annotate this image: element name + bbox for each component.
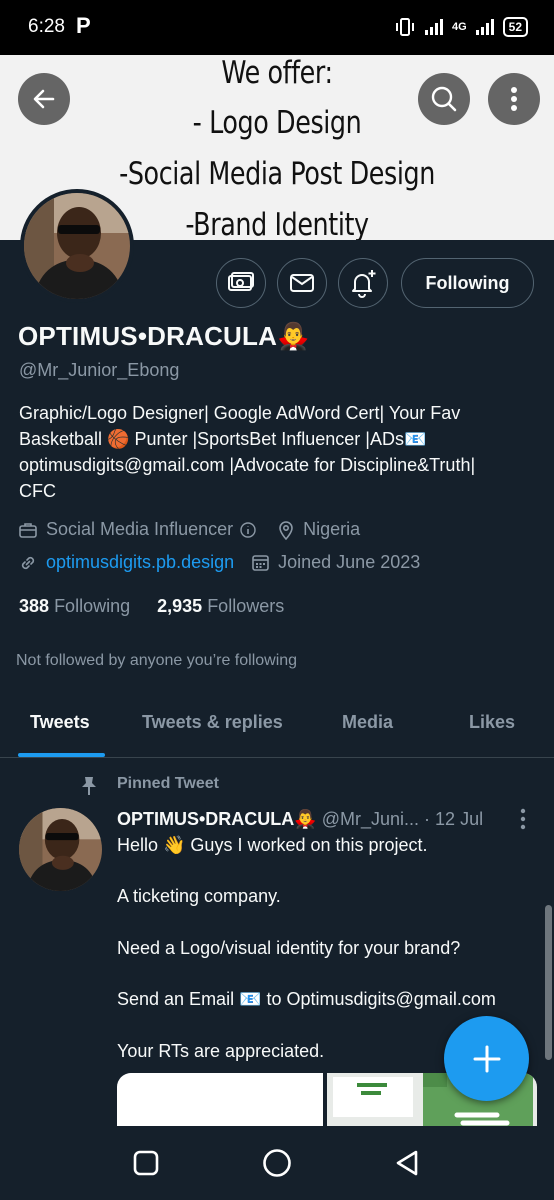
more-options-button[interactable] — [488, 73, 540, 125]
tab-media[interactable]: Media — [342, 712, 393, 733]
active-tab-indicator — [18, 753, 105, 757]
recents-button[interactable] — [131, 1148, 161, 1178]
back-nav-button[interactable] — [392, 1148, 422, 1178]
avatar-photo — [24, 193, 130, 299]
profile-name: OPTIMUS•DRACULA🧛‍♂️ — [18, 321, 310, 351]
compose-tweet-button[interactable] — [444, 1016, 529, 1101]
tweet-author-avatar[interactable] — [19, 808, 102, 891]
status-time: 6:28 — [28, 16, 65, 37]
triangle-back-icon — [396, 1150, 418, 1176]
search-icon — [431, 86, 457, 112]
bio-line: optimusdigits@gmail.com |Advocate for Di… — [19, 455, 476, 475]
battery-indicator: 52 — [502, 17, 528, 37]
profile-website-link[interactable]: optimusdigits.pb.design — [46, 552, 234, 573]
envelope-icon — [290, 274, 314, 292]
following-button[interactable]: Following — [401, 258, 534, 308]
tweet-text-line: Hello 👋 Guys I worked on this project. — [117, 835, 428, 855]
system-nav-bar — [0, 1126, 554, 1200]
tweet-author-handle: @Mr_Juni... — [321, 809, 420, 829]
profile-tabs: Tweets Tweets & replies Media Likes — [0, 700, 554, 758]
tab-likes[interactable]: Likes — [469, 712, 515, 733]
carrier-icon: P — [76, 13, 91, 38]
tab-tweets[interactable]: Tweets — [30, 712, 90, 733]
status-right: 4G 52 — [394, 17, 528, 37]
avatar-photo — [19, 808, 102, 891]
followers-link[interactable]: 2,935 Followers — [157, 596, 284, 616]
tweet-text-line: Your RTs are appreciated. — [117, 1041, 325, 1061]
tweet-text-line: Send an Email 📧 to Optimusdigits@gmail.c… — [117, 989, 496, 1009]
bio-line: CFC — [19, 481, 56, 501]
profile-meta-row-1: Social Media Influencer Nigeria — [19, 519, 360, 540]
tab-tweets-replies[interactable]: Tweets & replies — [142, 712, 283, 733]
bell-plus-icon — [352, 270, 376, 298]
not-followed-text: Not followed by anyone you’re following — [16, 652, 298, 669]
tweet-image[interactable] — [117, 1073, 323, 1133]
tweet-author-name[interactable]: OPTIMUS•DRACULA🧛‍♂️ — [117, 809, 317, 829]
follow-counts: 388 Following 2,935 Followers — [19, 596, 284, 617]
network-type: 4G — [451, 21, 467, 33]
signal-icon-2 — [475, 19, 494, 35]
tweet-text-line: Need a Logo/visual identity for your bra… — [117, 938, 461, 958]
notifications-button[interactable] — [338, 258, 388, 308]
profile-location: Nigeria — [303, 519, 361, 539]
more-vertical-icon — [520, 808, 526, 830]
tweet-header: OPTIMUS•DRACULA🧛‍♂️ @Mr_Juni... · 12 Jul — [117, 809, 483, 830]
followers-count: 2,935 — [157, 596, 203, 616]
briefcase-icon — [19, 522, 37, 538]
tweet-date: · 12 Jul — [424, 809, 484, 829]
tweet-more-button[interactable] — [519, 808, 527, 835]
profile-avatar[interactable] — [20, 189, 134, 303]
tweet-text-line: A ticketing company. — [117, 886, 281, 906]
arrow-left-icon — [33, 89, 55, 109]
plus-icon — [473, 1045, 500, 1072]
scrollbar-thumb[interactable] — [545, 905, 552, 1060]
banner-line: -Social Media Post Design — [119, 156, 435, 192]
message-button[interactable] — [277, 258, 327, 308]
back-button[interactable] — [18, 73, 70, 125]
tips-button[interactable] — [216, 258, 266, 308]
info-icon[interactable] — [240, 521, 256, 538]
profile-category: Social Media Influencer — [46, 519, 234, 539]
signal-icon — [424, 19, 443, 35]
search-button[interactable] — [418, 73, 470, 125]
followers-label: Followers — [207, 596, 285, 616]
calendar-icon — [252, 554, 269, 571]
status-bar: 6:28 P 4G 52 — [0, 0, 554, 55]
location-icon — [278, 520, 294, 540]
home-button[interactable] — [262, 1148, 292, 1178]
more-vertical-icon — [511, 87, 517, 111]
circle-icon — [263, 1149, 291, 1177]
pinned-tweet-label: Pinned Tweet — [117, 775, 219, 792]
vibrate-icon — [395, 18, 414, 36]
following-label: Following — [54, 596, 131, 616]
profile-handle: @Mr_Junior_Ebong — [19, 360, 180, 380]
money-icon — [228, 272, 254, 291]
pin-icon — [80, 776, 98, 801]
profile-bio: Graphic/Logo Designer| Google AdWord Cer… — [19, 400, 539, 504]
bio-line: Graphic/Logo Designer| Google AdWord Cer… — [19, 403, 461, 423]
link-icon — [19, 554, 37, 572]
following-link[interactable]: 388 Following — [19, 596, 130, 616]
profile-meta-row-2: optimusdigits.pb.design Joined June 2023 — [19, 552, 420, 573]
profile-joined: Joined June 2023 — [278, 552, 421, 572]
following-count: 388 — [19, 596, 50, 616]
square-icon — [133, 1150, 159, 1176]
bio-line: Basketball 🏀 Punter |SportsBet Influence… — [19, 429, 427, 449]
